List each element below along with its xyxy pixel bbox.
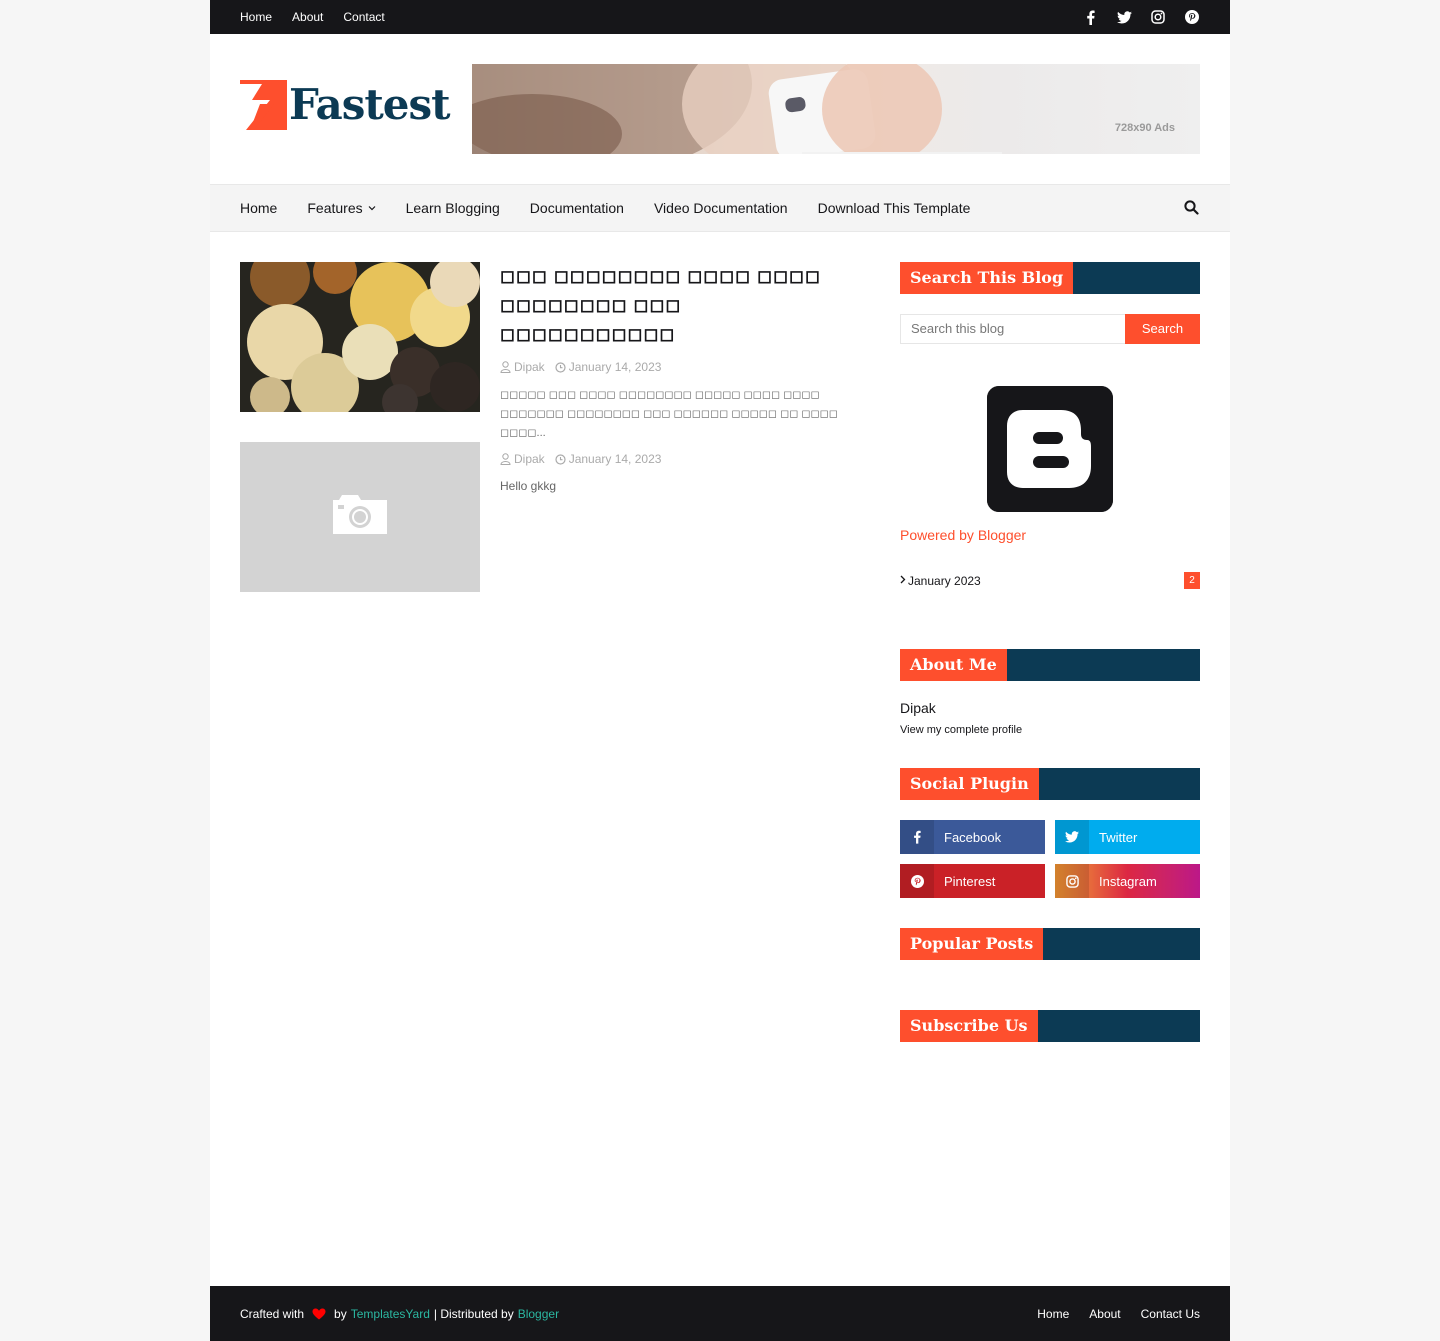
social-label: Twitter xyxy=(1099,829,1138,845)
author-name: Dipak xyxy=(514,452,545,466)
templatesyard-link[interactable]: TemplatesYard xyxy=(351,1307,430,1321)
nav-label: Download This Template xyxy=(817,200,971,216)
nav-item-home[interactable]: Home xyxy=(240,200,277,216)
nav-item-video-documentation[interactable]: Video Documentation xyxy=(654,200,788,216)
facebook-icon xyxy=(900,820,934,854)
post-author[interactable]: Dipak xyxy=(500,360,545,374)
footer-credits: Crafted with by TemplatesYard | Distribu… xyxy=(240,1286,559,1341)
social-button-pinterest[interactable]: Pinterest xyxy=(900,864,1045,898)
header-ad-banner[interactable]: 728x90 Ads xyxy=(472,64,1200,154)
footer-crafted: Crafted with xyxy=(240,1306,305,1321)
footer-menu: Home About Contact Us xyxy=(1037,1286,1200,1341)
post-thumbnail[interactable] xyxy=(240,442,480,592)
ad-label: 728x90 Ads xyxy=(1114,122,1175,134)
site-footer: Crafted with by TemplatesYard | Distribu… xyxy=(210,1286,1230,1341)
facebook-icon[interactable] xyxy=(1082,9,1098,25)
post-date: January 14, 2023 xyxy=(555,360,662,374)
archive-count: 2 xyxy=(1184,572,1200,589)
camera-icon xyxy=(240,442,480,592)
heart-icon xyxy=(312,1308,326,1319)
footer-link-about[interactable]: About xyxy=(1089,1307,1120,1321)
social-label: Instagram xyxy=(1099,873,1157,889)
logo-text: Fastest xyxy=(289,80,451,129)
ad-image xyxy=(472,64,1002,154)
widget-subscribe-title: Subscribe Us xyxy=(900,1010,1200,1042)
nav-item-learn-blogging[interactable]: Learn Blogging xyxy=(406,200,500,216)
user-icon xyxy=(500,361,511,373)
archive-label: January 2023 xyxy=(908,574,981,588)
widget-search-title: Search This Blog xyxy=(900,262,1200,294)
top-bar: Home About Contact xyxy=(210,0,1230,34)
nav-label: Documentation xyxy=(529,200,624,216)
profile-name[interactable]: Dipak xyxy=(900,700,936,716)
nav-label: Home xyxy=(240,200,278,216)
widget-title: Search This Blog xyxy=(900,262,1074,294)
nav-item-features[interactable]: Features xyxy=(307,200,376,216)
nav-label: Video Documentation xyxy=(653,200,788,216)
widget-title: Popular Posts xyxy=(900,928,1044,960)
nav-label: Learn Blogging xyxy=(405,200,500,216)
post-snippet: Hello gkkg xyxy=(500,479,557,493)
footer-link-contact-us[interactable]: Contact Us xyxy=(1141,1307,1200,1321)
search-input[interactable]: Search this blog xyxy=(900,314,1125,344)
post-snippet: ◻◻◻◻◻ ◻◻◻ ◻◻◻◻ ◻◻◻◻◻◻◻◻ ◻◻◻◻◻ ◻◻◻◻ ◻◻◻◻ … xyxy=(500,389,838,439)
pinterest-icon[interactable] xyxy=(1184,9,1200,25)
blogger-link[interactable]: Blogger xyxy=(518,1307,559,1321)
chevron-right-icon xyxy=(900,575,906,584)
top-links: Home About Contact xyxy=(240,0,385,34)
post-author[interactable]: Dipak xyxy=(500,452,545,466)
powered-by-link[interactable]: Powered by Blogger xyxy=(900,527,1026,543)
social-button-instagram[interactable]: Instagram xyxy=(1055,864,1200,898)
top-link-home[interactable]: Home xyxy=(240,10,272,24)
chevron-down-icon xyxy=(368,206,376,211)
twitter-icon[interactable] xyxy=(1116,9,1132,25)
footer-link-home[interactable]: Home xyxy=(1037,1307,1069,1321)
archive-item[interactable]: January 2023 2 xyxy=(900,572,1200,590)
user-icon xyxy=(500,453,511,465)
author-name: Dipak xyxy=(514,360,545,374)
post-meta: Dipak January 14, 2023 xyxy=(500,360,860,374)
top-link-about[interactable]: About xyxy=(292,10,323,24)
widget-title: About Me xyxy=(900,649,1007,681)
site-logo[interactable]: Fastest xyxy=(240,80,451,130)
nav-item-documentation[interactable]: Documentation xyxy=(530,200,624,216)
blogger-logo-icon[interactable] xyxy=(987,386,1113,512)
top-social xyxy=(1082,0,1200,34)
search-button[interactable]: Search xyxy=(1125,314,1200,344)
nav-item-download-template[interactable]: Download This Template xyxy=(818,200,971,216)
widget-title: Social Plugin xyxy=(900,768,1039,800)
widget-social-title: Social Plugin xyxy=(900,768,1200,800)
main-nav: Home Features Learn Blogging Documentati… xyxy=(210,184,1230,232)
profile-link[interactable]: View my complete profile xyxy=(900,724,1022,736)
clock-icon xyxy=(555,453,566,465)
post-meta: Dipak January 14, 2023 xyxy=(500,452,860,466)
instagram-icon[interactable] xyxy=(1150,9,1166,25)
post-date: January 14, 2023 xyxy=(555,452,662,466)
widget-about-title: About Me xyxy=(900,649,1200,681)
footer-by: by xyxy=(334,1306,347,1321)
social-label: Facebook xyxy=(944,829,1002,845)
twitter-icon xyxy=(1055,820,1089,854)
nav-label: Features xyxy=(307,200,363,216)
post-title[interactable]: ◻◻◻ ◻◻◻◻◻◻◻◻ ◻◻◻◻ ◻◻◻◻ ◻◻◻◻◻◻◻◻ ◻◻◻ ◻◻◻◻… xyxy=(500,262,860,349)
widget-title: Subscribe Us xyxy=(900,1010,1038,1042)
top-link-contact[interactable]: Contact xyxy=(343,10,384,24)
social-label: Pinterest xyxy=(944,873,996,889)
page-wrapper: Home About Contact Fastest 728x90 Ads Ho… xyxy=(210,0,1230,1341)
instagram-icon xyxy=(1055,864,1089,898)
post-thumbnail[interactable] xyxy=(240,262,480,412)
widget-popular-title: Popular Posts xyxy=(900,928,1200,960)
search-icon[interactable] xyxy=(1184,200,1200,216)
social-button-facebook[interactable]: Facebook xyxy=(900,820,1045,854)
sidebar-search: Search this blog Search xyxy=(900,314,1200,344)
logo-mark-icon xyxy=(240,80,287,130)
date-text: January 14, 2023 xyxy=(568,452,662,466)
footer-distributed: | Distributed by xyxy=(433,1306,514,1321)
pinterest-icon xyxy=(900,864,934,898)
date-text: January 14, 2023 xyxy=(568,360,662,374)
social-button-twitter[interactable]: Twitter xyxy=(1055,820,1200,854)
clock-icon xyxy=(555,361,566,373)
